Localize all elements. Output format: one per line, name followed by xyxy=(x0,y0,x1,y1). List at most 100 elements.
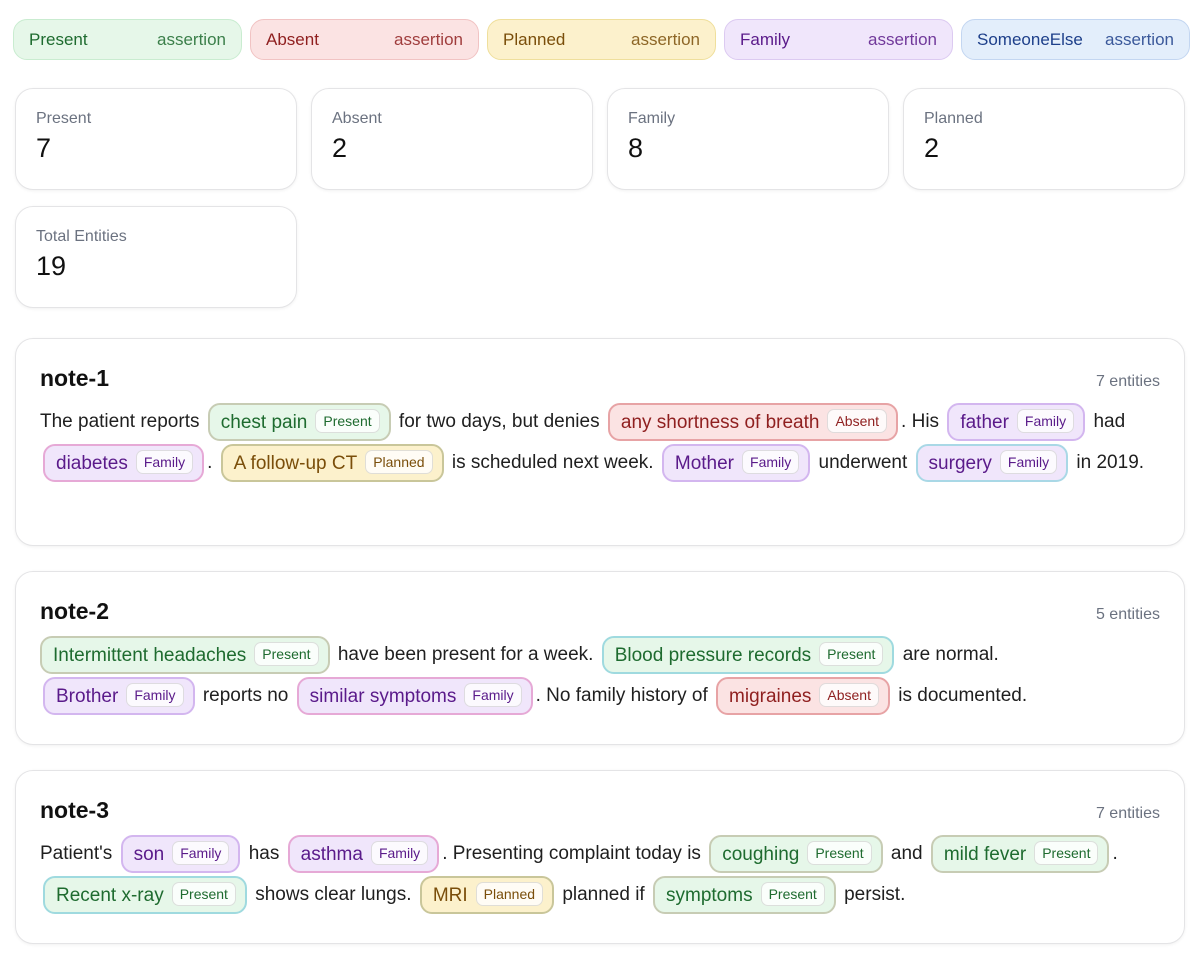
stat-card-family: Family 8 xyxy=(607,88,889,190)
note-text-segment: . His xyxy=(901,411,940,432)
note-text-segment: is scheduled next week. xyxy=(451,452,654,473)
note-text-segment: had xyxy=(1093,411,1126,432)
stat-value: 7 xyxy=(36,133,52,163)
stat-value: 2 xyxy=(924,133,940,163)
note-text-segment: Patient's xyxy=(40,843,113,864)
entity-chip[interactable]: diabetes Family xyxy=(43,443,205,482)
assertion-tag: Family xyxy=(464,682,522,707)
legend-family: Family assertion xyxy=(724,19,953,60)
legend-label: Family xyxy=(740,29,791,49)
entity-text: MRI xyxy=(432,884,468,906)
entity-text: A follow-up CT xyxy=(233,452,358,474)
entity-text: any shortness of breath xyxy=(620,411,820,433)
entity-text: mild fever xyxy=(943,843,1027,865)
stat-label: Present xyxy=(36,110,92,127)
entity-chip[interactable]: Brother Family xyxy=(43,676,195,715)
entity-chip[interactable]: Recent x-ray Present xyxy=(43,875,247,914)
entity-text: asthma xyxy=(300,843,363,865)
stat-value: 19 xyxy=(36,251,67,281)
legend-label: Planned xyxy=(503,29,566,49)
entity-text: migraines xyxy=(729,685,812,707)
note-text-segment: shows clear lungs. xyxy=(255,884,412,905)
note-text-segment: for two days, but denies xyxy=(398,411,600,432)
entity-count: 7 entities xyxy=(1095,373,1160,390)
note-title: note-3 xyxy=(40,797,109,823)
entity-count: 5 entities xyxy=(1095,606,1160,623)
entity-chip[interactable]: any shortness of breath Absent xyxy=(607,402,899,441)
entity-chip[interactable]: symptoms Present xyxy=(653,875,836,914)
note-title: note-2 xyxy=(40,598,109,624)
entity-text: Intermittent headaches xyxy=(53,644,247,666)
note-text-segment: . xyxy=(1112,843,1118,864)
legend-present: Present assertion xyxy=(13,19,242,60)
stat-label: Family xyxy=(628,110,676,127)
note-text-segment: . xyxy=(207,452,213,473)
note-text-segment: and xyxy=(890,843,923,864)
assertion-tag: Family xyxy=(370,840,429,865)
assertion-tag: Absent xyxy=(827,408,888,433)
stat-card-planned: Planned 2 xyxy=(903,88,1185,190)
entity-chip[interactable]: Intermittent headaches Present xyxy=(40,635,330,674)
legend-tag: assertion xyxy=(1105,29,1174,49)
assertion-tag: Family xyxy=(999,449,1058,474)
legend-label: SomeoneElse xyxy=(977,29,1083,49)
entity-chip[interactable]: surgery Family xyxy=(915,443,1069,482)
entity-chip[interactable]: father Family xyxy=(947,402,1086,441)
assertion-tag: Family xyxy=(742,449,800,474)
entity-count: 7 entities xyxy=(1095,805,1160,822)
note-text-segment: is documented. xyxy=(898,685,1028,706)
stat-value: 2 xyxy=(332,133,348,163)
note-title: note-1 xyxy=(40,365,109,391)
note-text: Intermittent headaches Present have been … xyxy=(40,634,1160,716)
assertion-tag: Present xyxy=(315,408,380,433)
entity-chip[interactable]: similar symptoms Family xyxy=(296,676,533,715)
entity-chip[interactable]: Mother Family xyxy=(661,443,811,482)
entity-chip[interactable]: migraines Absent xyxy=(716,676,890,715)
legend-someone-else: SomeoneElse assertion xyxy=(961,19,1190,60)
entity-chip[interactable]: son Family xyxy=(120,834,241,873)
assertion-tag: Family xyxy=(1016,408,1075,433)
stat-card-absent: Absent 2 xyxy=(311,88,593,190)
note-text: The patient reports chest pain Present fo… xyxy=(40,401,1160,483)
stat-card-total: Total Entities 19 xyxy=(15,206,297,308)
entity-text: surgery xyxy=(928,452,992,474)
stat-label: Total Entities xyxy=(36,228,127,245)
entity-text: father xyxy=(960,411,1009,433)
entity-text: coughing xyxy=(722,843,800,865)
entity-chip[interactable]: Blood pressure records Present xyxy=(601,635,895,674)
note-text-segment: are normal. xyxy=(902,644,999,665)
legend-tag: assertion xyxy=(157,29,226,49)
note-card-1: note-1 7 entities The patient reports ch… xyxy=(15,338,1185,546)
assertion-legend: Present assertion Absent assertion Plann… xyxy=(13,19,1190,60)
assertion-tag: Present xyxy=(819,641,884,666)
entity-text: chest pain xyxy=(220,411,308,433)
note-text-segment: . Presenting complaint today is xyxy=(442,843,701,864)
legend-tag: assertion xyxy=(868,29,937,49)
assertion-tag: Absent xyxy=(819,682,879,707)
entity-chip[interactable]: A follow-up CT Planned xyxy=(220,443,444,482)
legend-planned: Planned assertion xyxy=(487,19,716,60)
assertion-tag: Present xyxy=(254,641,319,666)
entity-chip[interactable]: MRI Planned xyxy=(419,875,555,914)
entity-chip[interactable]: asthma Family xyxy=(287,834,440,873)
note-text-segment: in 2019. xyxy=(1076,452,1145,473)
assertion-tag: Planned xyxy=(365,449,433,474)
note-text-segment: The patient reports xyxy=(40,411,200,432)
note-card-2: note-2 5 entities Intermittent headaches… xyxy=(15,571,1185,745)
stat-label: Planned xyxy=(924,110,983,127)
note-text-segment: has xyxy=(248,843,280,864)
note-text-segment: planned if xyxy=(562,884,645,905)
entity-text: son xyxy=(133,843,165,865)
entity-text: Recent x-ray xyxy=(56,884,164,906)
legend-absent: Absent assertion xyxy=(250,19,479,60)
note-text-segment: . No family history of xyxy=(535,685,708,706)
entity-chip[interactable]: mild fever Present xyxy=(930,834,1110,873)
entity-chip[interactable]: chest pain Present xyxy=(207,402,391,441)
note-text: Patient's son Family has asthma Family. Pr… xyxy=(40,833,1160,915)
entity-chip[interactable]: coughing Present xyxy=(709,834,883,873)
assertion-tag: Present xyxy=(1034,840,1099,865)
legend-tag: assertion xyxy=(631,29,700,49)
note-card-3: note-3 7 entities Patient's son Family ha… xyxy=(15,770,1185,944)
assertion-tag: Family xyxy=(126,682,184,707)
entity-text: Blood pressure records xyxy=(614,644,812,666)
